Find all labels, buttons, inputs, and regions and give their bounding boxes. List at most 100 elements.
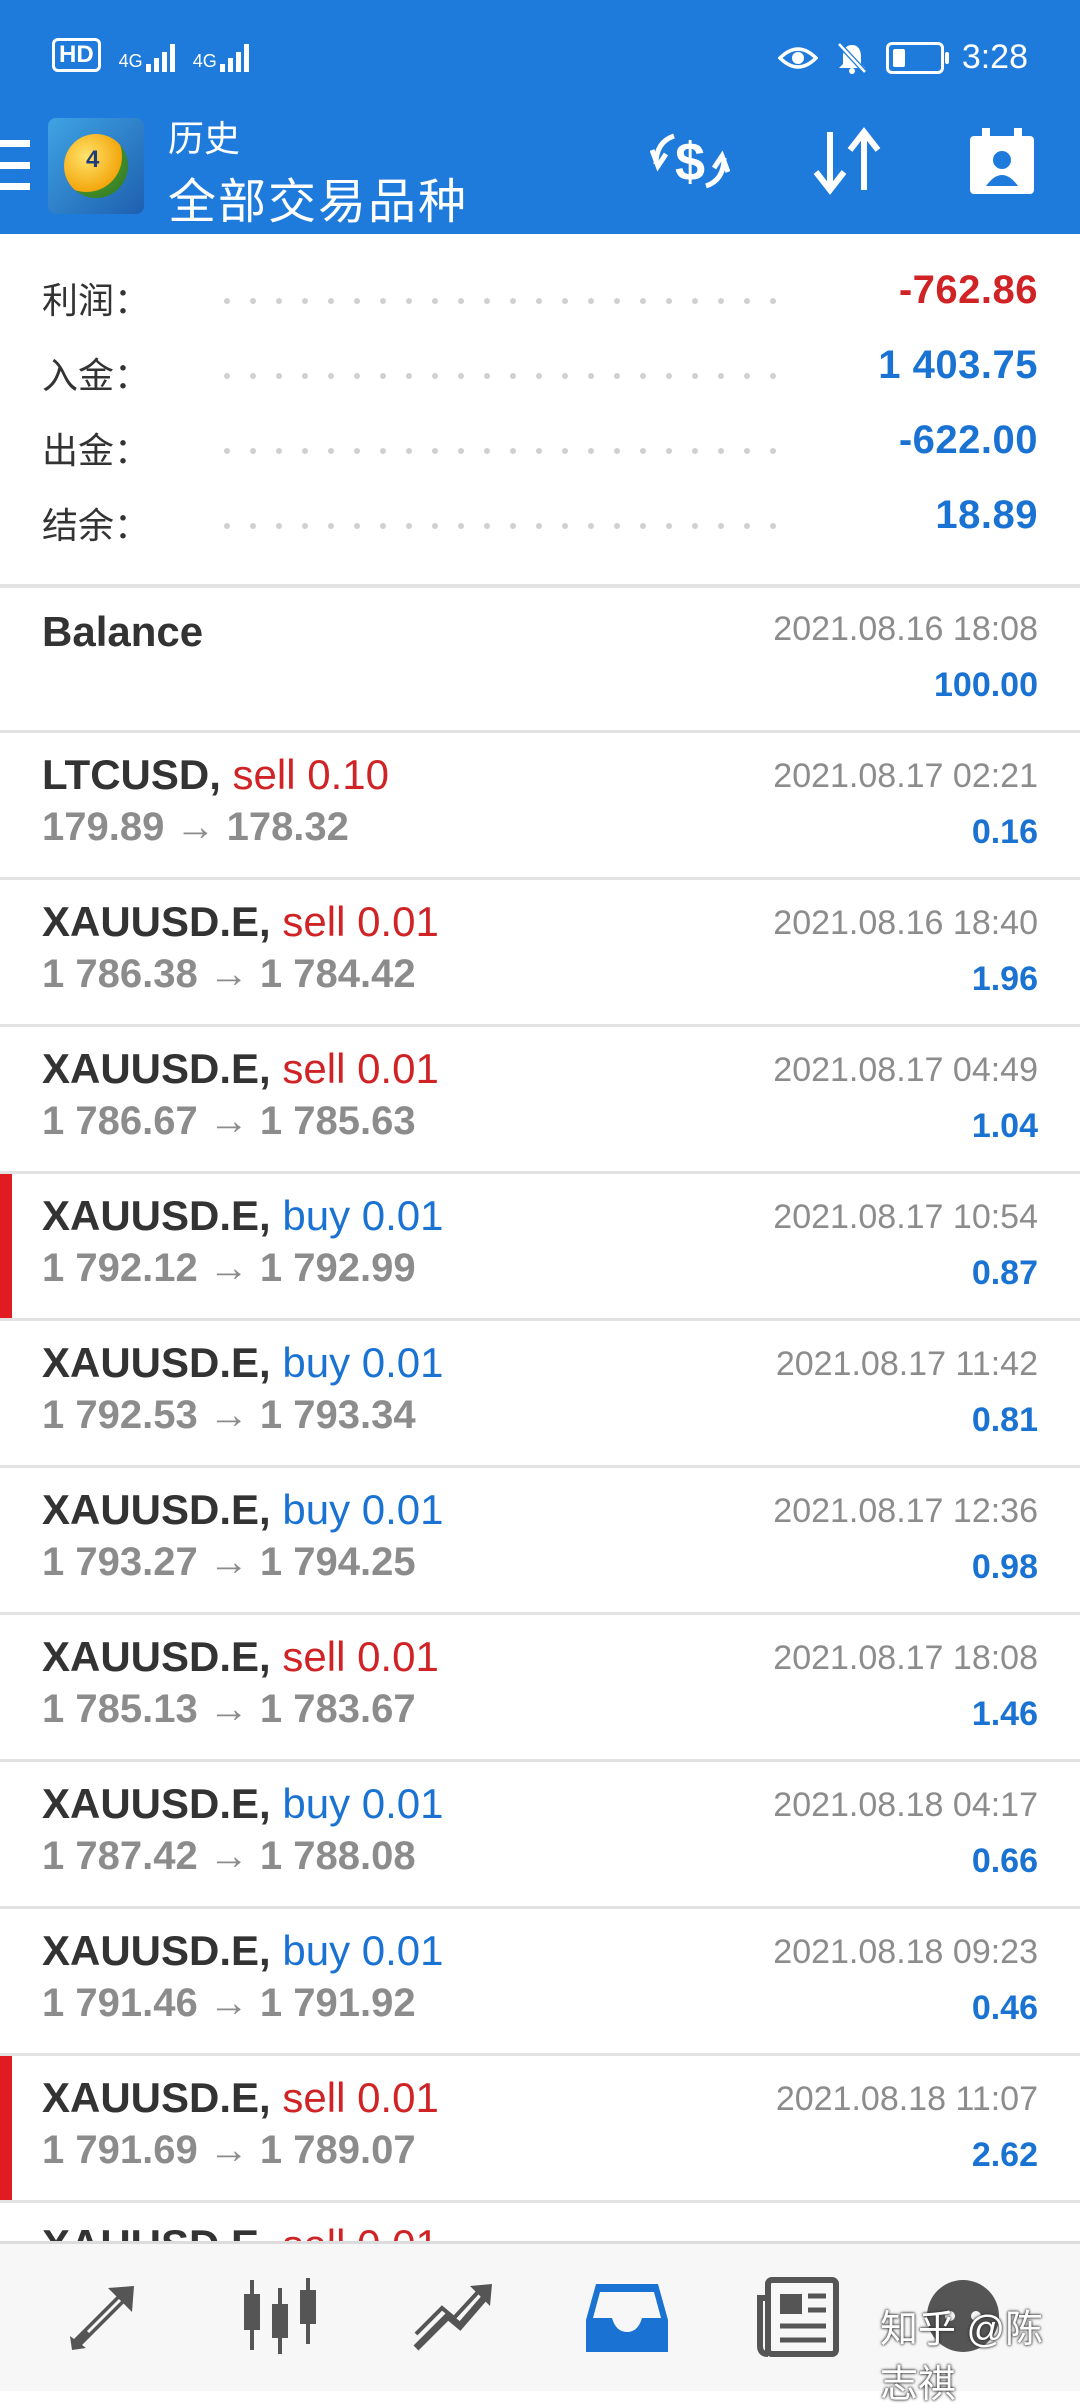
- deal-action: sell 0.01: [282, 2074, 439, 2121]
- summary-row-withdrawal: 出金： -622.00: [42, 414, 1038, 474]
- deal-symbol: XAUUSD.E,: [42, 1486, 271, 1533]
- deal-symbol-line: XAUUSD.E, buy 0.01: [42, 1192, 444, 1240]
- chart-icon[interactable]: [236, 2274, 326, 2358]
- deal-symbol: XAUUSD.E,: [42, 1045, 271, 1092]
- summary-label: 利润：: [42, 280, 151, 321]
- deal-row[interactable]: LTCUSD, sell 0.10 179.89 → 178.32 2021.08.…: [0, 733, 1080, 880]
- deal-symbol-line: XAUUSD.E, buy 0.01: [42, 1927, 444, 1975]
- page-subtitle: 历史: [168, 118, 241, 159]
- watermark-text: 知乎 @陈志祺: [880, 2309, 1044, 2406]
- deal-symbol-line: XAUUSD.E, sell 0.01: [42, 1633, 439, 1681]
- deal-row[interactable]: XAUUSD.E, sell 0.01 1 791.69 → 1 789.07 20…: [0, 2056, 1080, 2203]
- deal-prices: 1 792.12 → 1 792.99: [42, 1246, 416, 1290]
- entry-amount: 100.00: [934, 666, 1038, 704]
- summary-label: 结余：: [42, 505, 151, 546]
- balance-entry[interactable]: Balance 2021.08.16 18:08 100.00: [0, 586, 1080, 733]
- summary-label: 出金：: [42, 430, 151, 471]
- deal-symbol-line: XAUUSD.E, sell 0.01: [42, 2074, 439, 2122]
- summary-row-profit: 利润： -762.86: [42, 264, 1038, 324]
- deal-symbol: XAUUSD.E,: [42, 898, 271, 945]
- deal-action: buy 0.01: [282, 1339, 444, 1386]
- entry-time: 2021.08.16 18:08: [773, 610, 1038, 648]
- deal-prices: 1 786.67 → 1 785.63: [42, 1099, 416, 1143]
- deal-row[interactable]: XAUUSD.E, buy 0.01 1 791.46 → 1 791.92 202…: [0, 1909, 1080, 2056]
- hd-voice-icon: HD: [52, 38, 101, 72]
- deal-action: sell 0.01: [282, 1045, 439, 1092]
- deal-profit: 2.62: [971, 2136, 1038, 2174]
- svg-text:$: $: [675, 132, 705, 192]
- deal-time: 2021.08.18 09:23: [773, 1933, 1038, 1971]
- battery-icon: [885, 41, 949, 74]
- deal-symbol-line: XAUUSD.E, buy 0.01: [42, 1780, 444, 1828]
- deal-prices: 1 786.38 → 1 784.42: [42, 952, 416, 996]
- deal-row[interactable]: XAUUSD.E, sell 0.01: [0, 2203, 1080, 2241]
- deal-profit: 1.96: [971, 960, 1038, 998]
- deal-action: buy 0.01: [282, 1486, 444, 1533]
- signal-sim2-icon: 4G: [193, 42, 249, 72]
- page-title[interactable]: 全部交易品种: [168, 162, 468, 232]
- deal-symbol-line: XAUUSD.E, buy 0.01: [42, 1486, 444, 1534]
- deal-marker: [0, 2056, 12, 2200]
- deal-symbol: XAUUSD.E,: [42, 1339, 271, 1386]
- deal-prices: 1 793.27 → 1 794.25: [42, 1540, 416, 1584]
- deal-marker: [0, 1174, 12, 1318]
- deal-profit: 0.46: [971, 1989, 1038, 2027]
- status-bar: HD 4G 4G 3:28: [0, 0, 1080, 110]
- deal-time: 2021.08.18 04:17: [773, 1786, 1038, 1824]
- leader-dots: [224, 373, 776, 379]
- deal-action: buy 0.01: [282, 1927, 444, 1974]
- signal-sim1-icon: 4G: [119, 42, 175, 72]
- leader-dots: [224, 298, 776, 304]
- deal-profit: 0.66: [971, 1842, 1038, 1880]
- summary-value: 18.89: [935, 493, 1038, 537]
- deal-time: 2021.08.18 11:07: [775, 2080, 1038, 2118]
- deal-row[interactable]: XAUUSD.E, sell 0.01 1 786.38 → 1 784.42 20…: [0, 880, 1080, 1027]
- deal-row[interactable]: XAUUSD.E, buy 0.01 1 793.27 → 1 794.25 202…: [0, 1468, 1080, 1615]
- sort-icon[interactable]: [810, 124, 884, 198]
- metatrader-logo: 4: [48, 118, 144, 214]
- deal-symbol-line: LTCUSD, sell 0.10: [42, 751, 389, 799]
- deal-symbol: XAUUSD.E,: [42, 1927, 271, 1974]
- deal-prices: 1 785.13 → 1 783.67: [42, 1687, 416, 1731]
- currency-exchange-icon[interactable]: $: [650, 124, 730, 198]
- deal-action: buy 0.01: [282, 1780, 444, 1827]
- summary-row-deposit: 入金： 1 403.75: [42, 339, 1038, 399]
- deal-time: 2021.08.17 12:36: [773, 1492, 1038, 1530]
- deal-profit: 1.46: [971, 1695, 1038, 1733]
- deal-row[interactable]: XAUUSD.E, buy 0.01 1 787.42 → 1 788.08 202…: [0, 1762, 1080, 1909]
- history-icon[interactable]: [582, 2274, 672, 2358]
- deal-row[interactable]: XAUUSD.E, buy 0.01 1 792.12 → 1 792.99 202…: [0, 1174, 1080, 1321]
- deal-row[interactable]: XAUUSD.E, sell 0.01 1 785.13 → 1 783.67 20…: [0, 1615, 1080, 1762]
- summary-value: -622.00: [898, 418, 1038, 462]
- deal-symbol: XAUUSD.E,: [42, 2074, 271, 2121]
- history-list[interactable]: Balance 2021.08.16 18:08 100.00 LTCUSD, …: [0, 586, 1080, 2241]
- summary-value: 1 403.75: [878, 343, 1038, 387]
- deal-profit: 0.98: [971, 1548, 1038, 1586]
- contact-card-icon[interactable]: [966, 124, 1038, 198]
- menu-icon[interactable]: [0, 140, 30, 190]
- deal-time: 2021.08.17 10:54: [773, 1198, 1038, 1236]
- deal-symbol: XAUUSD.E,: [42, 2221, 271, 2241]
- mute-bell-icon: [836, 41, 867, 74]
- deal-action: buy 0.01: [282, 1192, 444, 1239]
- deal-time: 2021.08.16 18:40: [773, 904, 1038, 942]
- clock-time: 3:28: [961, 38, 1028, 76]
- deal-symbol-line: XAUUSD.E, sell 0.01: [42, 2221, 439, 2241]
- deal-time: 2021.08.17 11:42: [775, 1345, 1038, 1383]
- deal-row[interactable]: XAUUSD.E, sell 0.01 1 786.67 → 1 785.63 20…: [0, 1027, 1080, 1174]
- deal-action: sell 0.10: [232, 751, 389, 798]
- quotes-icon[interactable]: [62, 2274, 152, 2358]
- summary-value: -762.86: [898, 268, 1038, 312]
- news-icon[interactable]: [754, 2274, 844, 2358]
- deal-symbol: XAUUSD.E,: [42, 1780, 271, 1827]
- deal-time: 2021.08.17 18:08: [773, 1639, 1038, 1677]
- deal-symbol-line: XAUUSD.E, buy 0.01: [42, 1339, 444, 1387]
- deal-profit: 0.81: [971, 1401, 1038, 1439]
- deal-symbol: XAUUSD.E,: [42, 1192, 271, 1239]
- deal-profit: 0.16: [971, 813, 1038, 851]
- summary-panel: 利润： -762.86 入金： 1 403.75 出金： -622.00 结余：…: [0, 234, 1080, 586]
- trade-icon[interactable]: [408, 2274, 498, 2358]
- deal-row[interactable]: XAUUSD.E, buy 0.01 1 792.53 → 1 793.34 202…: [0, 1321, 1080, 1468]
- deal-action: sell 0.01: [282, 1633, 439, 1680]
- leader-dots: [224, 448, 776, 454]
